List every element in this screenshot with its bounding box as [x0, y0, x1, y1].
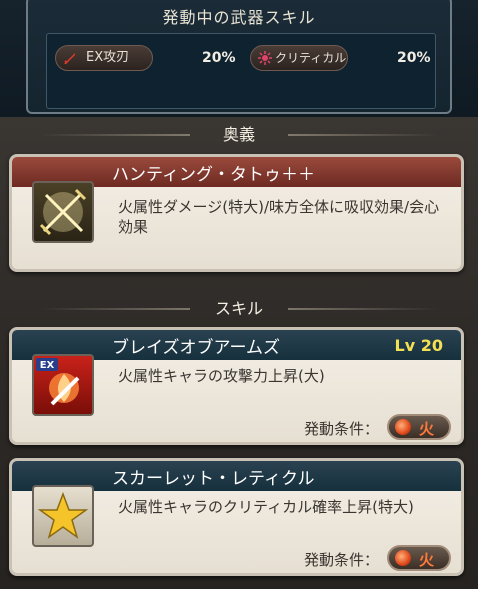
- ougi-header: 奥義: [0, 120, 478, 150]
- ex-badge: EX: [40, 360, 55, 371]
- activation-condition-label: 発動条件：: [303, 420, 379, 438]
- skill-card-scarlet-reticle[interactable]: スカーレット・レティクル 火属性キャラのクリティカル確率上昇(特大) 発動条件：…: [9, 458, 464, 576]
- fire-element-button[interactable]: 火: [387, 545, 451, 571]
- weapon-skill-critical[interactable]: クリティカル: [250, 45, 348, 71]
- weapon-skill-title: 発動中の武器スキル: [162, 8, 316, 27]
- skill-name: ブレイズオブアームズ: [112, 338, 280, 358]
- sword-icon: [64, 53, 75, 64]
- ex-flame-sword-icon: EX: [32, 354, 94, 416]
- ougi-card[interactable]: ハンティング・タトゥ＋＋ 火属性ダメージ(特大)/味方全体に吸収効果/会心効果: [9, 154, 464, 272]
- crossed-swords-icon: [32, 181, 94, 243]
- skill-description: 火属性キャラの攻撃力上昇(大): [118, 367, 325, 385]
- weapon-skill-value: 20%: [202, 50, 236, 66]
- skill-level: Lv 20: [394, 336, 443, 355]
- fire-orb-icon: [395, 550, 411, 566]
- skill-card-blaze-of-arms[interactable]: EX ブレイズオブアームズ Lv 20 火属性キャラの攻撃力上昇(大) 発動条件…: [9, 327, 464, 445]
- skill-name: スカーレット・レティクル: [112, 469, 315, 489]
- skill-header: スキル: [0, 294, 478, 324]
- activation-condition-label: 発動条件：: [303, 551, 379, 569]
- skill-description: 火属性キャラのクリティカル確率上昇(特大): [118, 498, 414, 516]
- star-icon: [32, 485, 94, 547]
- ougi-name: ハンティング・タトゥ＋＋: [112, 165, 315, 185]
- weapon-skill-label: クリティカル: [275, 51, 347, 65]
- weapon-skill-label: EX攻刃: [86, 50, 130, 65]
- fire-orb-icon: [395, 419, 411, 435]
- element-label: 火: [419, 420, 435, 438]
- element-label: 火: [419, 551, 435, 569]
- ougi-description: 火属性ダメージ(特大)/味方全体に吸収効果/会心効果: [118, 198, 440, 236]
- burst-icon: [258, 51, 272, 65]
- weapon-skill-ex-attack[interactable]: EX攻刃: [55, 45, 153, 71]
- weapon-skill-panel: 発動中の武器スキル EX攻刃 20% クリティカル 20%: [0, 0, 478, 117]
- fire-element-button[interactable]: 火: [387, 414, 451, 440]
- weapon-skill-value: 20%: [397, 50, 431, 66]
